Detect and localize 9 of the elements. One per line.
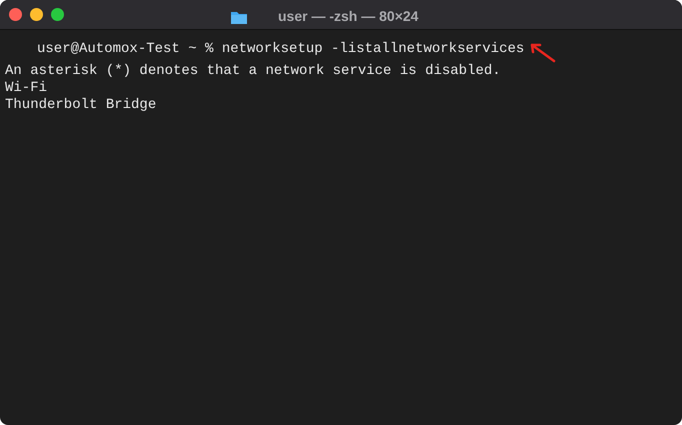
output-line: Thunderbolt Bridge bbox=[5, 97, 158, 114]
annotation-arrow-icon bbox=[528, 41, 556, 63]
minimize-button[interactable] bbox=[30, 8, 43, 21]
close-button[interactable] bbox=[9, 8, 22, 21]
output-line: An asterisk (*) denotes that a network service is disabled. bbox=[5, 63, 502, 80]
command-prompt-line: user@Automox-Test ~ % networksetup -listallnetworkservices bbox=[36, 40, 524, 58]
window-title: user — -zsh — 80×24 bbox=[278, 7, 418, 26]
output-line: Wi-Fi bbox=[5, 80, 48, 97]
zoom-button[interactable] bbox=[51, 8, 64, 21]
